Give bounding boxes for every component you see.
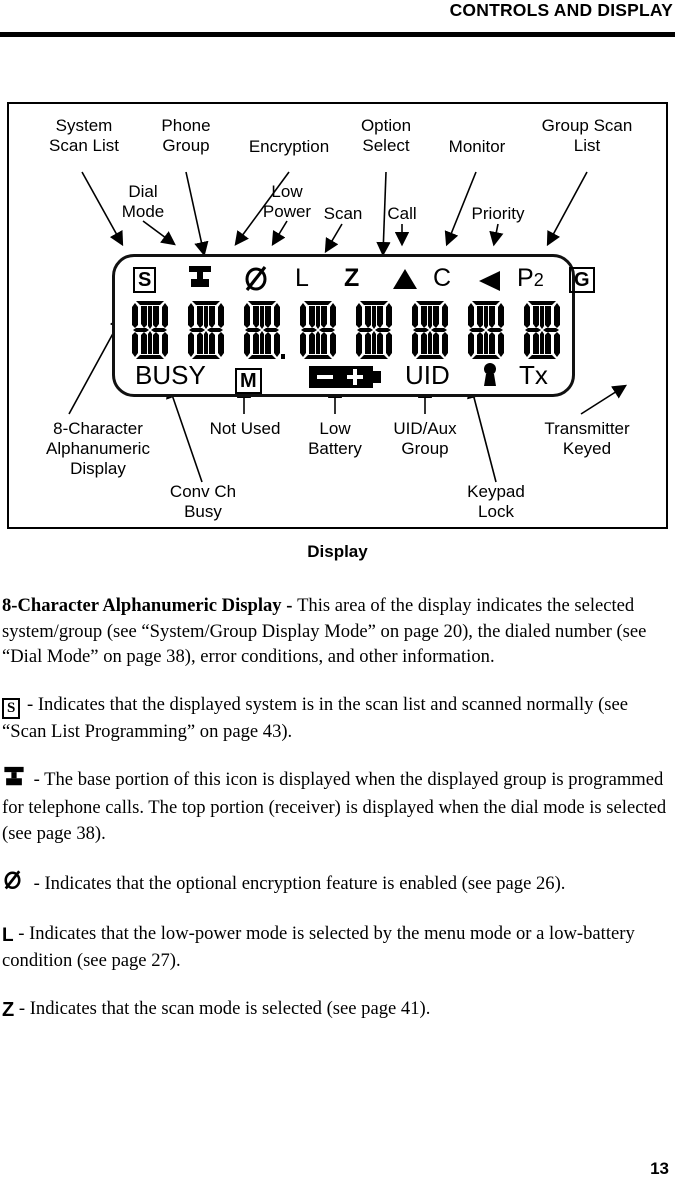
callout-option-select: Option Select: [360, 116, 412, 155]
lcd-annunciator-row-top: S L Z C P2 G: [129, 263, 595, 299]
paragraph-low-power-l: L - Indicates that the low-power mode is…: [2, 921, 673, 974]
boxed-s-glyph: S: [133, 267, 157, 293]
annunciator-low-power-l: L: [295, 264, 309, 292]
annunciator-busy: BUSY: [135, 360, 206, 390]
annunciator-call-c: C: [433, 264, 452, 292]
annunciator-scan-list-s: S: [133, 263, 157, 295]
inline-phone-icon: [2, 766, 26, 795]
paragraph-phone-icon: - The base portion of this icon is displ…: [2, 766, 673, 846]
annunciator-uid: UID: [405, 360, 450, 390]
display-figure: System Scan List Dial Mode Phone Group Encr…: [7, 102, 668, 529]
callout-alphanumeric-display: 8-Character Alphanumeric Display: [46, 419, 150, 478]
paragraph-scan-list-s: S - Indicates that the displayed system …: [2, 692, 673, 745]
lcd-display: S L Z C P2 G BUSY M UID Tx: [112, 254, 595, 397]
figure-caption: Display: [307, 542, 368, 561]
paragraph-text: - The base portion of this icon is displ…: [2, 769, 667, 844]
callout-call: Call: [387, 204, 417, 223]
callout-monitor: Monitor: [448, 137, 506, 156]
lcd-character-row: [127, 299, 565, 361]
annunciator-low-battery-icon: [309, 364, 381, 394]
encryption-icon: [245, 266, 267, 291]
lcd-character: [295, 299, 341, 361]
lcd-character: [463, 299, 509, 361]
annunciator-option-select-icon: [391, 267, 419, 299]
annunciator-scan-z: Z: [344, 264, 360, 292]
paragraph-text: - Indicates that the displayed system is…: [2, 693, 629, 742]
paragraph-text: - Indicates that the optional encryption…: [29, 873, 566, 895]
lcd-character: [183, 299, 229, 361]
callout-scan: Scan: [323, 204, 363, 223]
callout-group-scan-list: Group Scan List: [541, 116, 633, 155]
header-rule: [0, 32, 675, 37]
page-header: CONTROLS AND DISPLAY: [0, 0, 675, 30]
lcd-character: [351, 299, 397, 361]
callout-not-used: Not Used: [209, 419, 281, 438]
annunciator-phone-icon: [187, 265, 213, 297]
callout-encryption: Encryption: [248, 137, 330, 156]
lcd-character: [407, 299, 453, 361]
callout-low-power: Low Power: [262, 182, 312, 221]
callout-keypad-lock: Keypad Lock: [467, 482, 525, 521]
encryption-icon: [4, 870, 21, 890]
annunciator-encryption-icon: [242, 263, 270, 295]
battery-icon: [309, 366, 381, 388]
paragraph-text: - Indicates that the scan mode is select…: [14, 997, 431, 1019]
page-header-title: CONTROLS AND DISPLAY: [449, 0, 673, 20]
lock-icon: [484, 363, 496, 386]
boxed-m-glyph: M: [235, 368, 262, 394]
lcd-character: [519, 299, 565, 361]
body-copy: 8-Character Alphanumeric Display - This …: [2, 593, 673, 1046]
inline-boxed-s-icon: S: [2, 697, 21, 719]
inline-z-icon: Z: [2, 998, 15, 1021]
phone-icon: [189, 266, 211, 287]
inline-encryption-icon: [2, 868, 23, 899]
lcd-character: [127, 299, 173, 361]
annunciator-keypad-lock-icon: [481, 362, 499, 394]
callout-uid-aux-group: UID/Aux Group: [393, 419, 457, 458]
callout-priority: Priority: [471, 204, 525, 223]
callout-conv-ch-busy: Conv Ch Busy: [169, 482, 237, 521]
annunciator-transmitter-keyed-tx: Tx: [519, 360, 548, 390]
paragraph-scan-z: Z - Indicates that the scan mode is sele…: [2, 996, 673, 1024]
paragraph-encryption-icon: - Indicates that the optional encryption…: [2, 868, 673, 899]
manual-page: CONTROLS AND DISPLAY System Scan List Di…: [0, 0, 675, 1193]
boxed-g-glyph: G: [569, 267, 595, 293]
callout-low-battery: Low Battery: [308, 419, 362, 458]
annunciator-monitor-icon: [477, 269, 503, 301]
paragraph-text: - Indicates that the low-power mode is s…: [2, 922, 635, 972]
paragraph-lead-bold: 8-Character Alphanumeric Display -: [2, 595, 298, 616]
page-number: 13: [650, 1159, 669, 1178]
annunciator-group-scan-list-g: G: [569, 263, 595, 295]
callout-system-scan-list: System Scan List: [49, 116, 119, 155]
annunciator-priority-p2: P2: [517, 264, 544, 292]
triangle-left-icon: [479, 271, 500, 291]
lcd-annunciator-row-bottom: BUSY M UID Tx: [129, 360, 563, 394]
triangle-up-icon: [393, 269, 417, 289]
callout-transmitter-keyed: Transmitter Keyed: [544, 419, 630, 458]
callout-dial-mode: Dial Mode: [121, 182, 165, 221]
paragraph-alphanumeric-display: 8-Character Alphanumeric Display - This …: [2, 593, 673, 670]
annunciator-not-used-m: M: [235, 363, 262, 394]
phone-icon: [4, 767, 24, 786]
callout-phone-group: Phone Group: [161, 116, 211, 155]
inline-l-icon: L: [2, 924, 14, 946]
lcd-character: [239, 299, 285, 361]
